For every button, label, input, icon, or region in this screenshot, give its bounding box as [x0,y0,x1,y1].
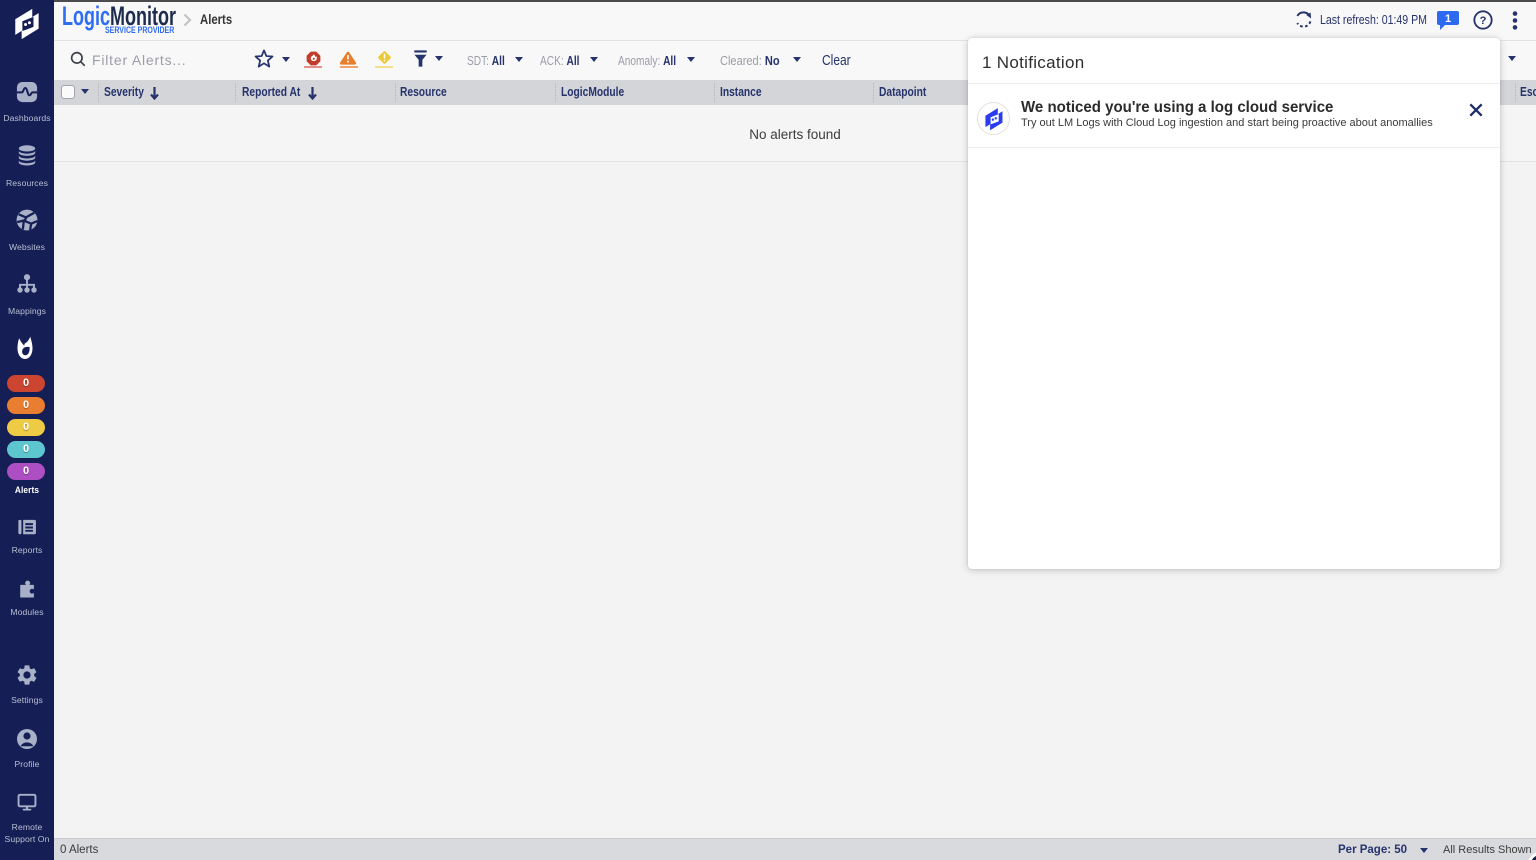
svg-text:1: 1 [1445,13,1451,25]
svg-text:?: ? [1480,15,1487,27]
